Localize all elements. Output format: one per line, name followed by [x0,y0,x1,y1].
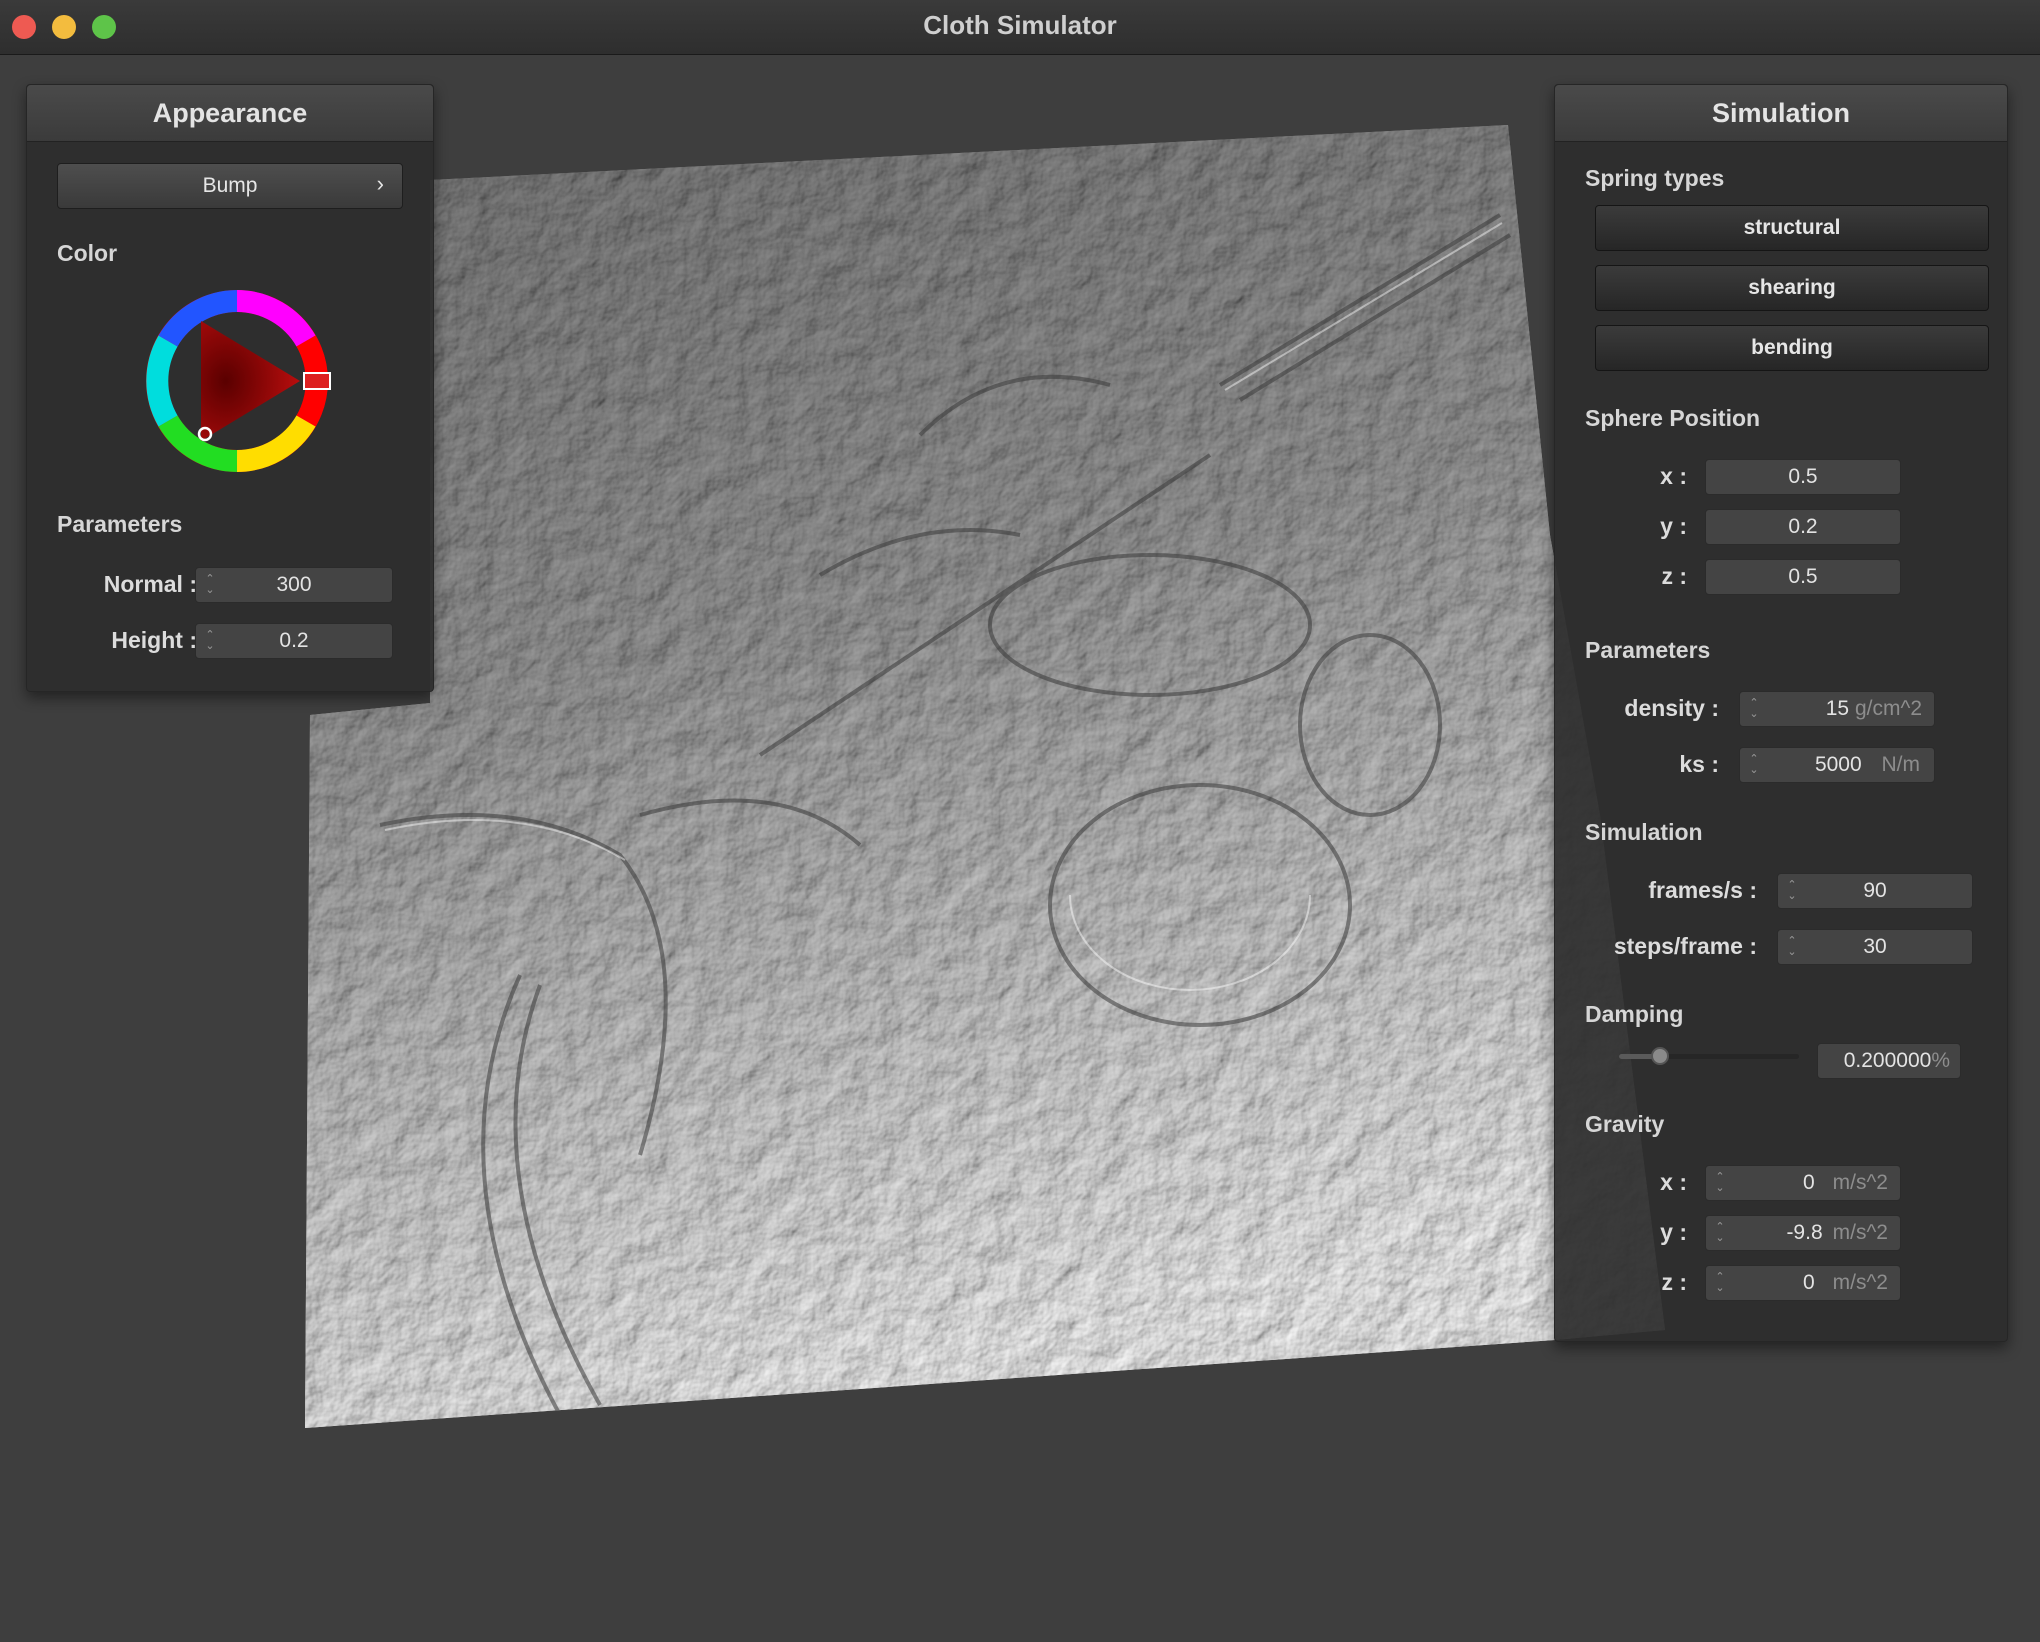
window-title: Cloth Simulator [923,10,1117,40]
gravity-x-unit: m/s^2 [1832,1171,1888,1194]
sphere-z-label: z : [1661,563,1687,589]
cloth-texture [305,125,1665,1428]
gravity-y-value: -9.8 [1786,1221,1823,1244]
stepper-icon[interactable]: ⌃ ⌄ [1714,1272,1726,1294]
steps-per-frame-input[interactable]: ⌃ ⌄ 30 [1777,929,1973,965]
stepper-icon[interactable]: ⌃ ⌄ [1748,698,1760,720]
shader-select[interactable]: Bump › [57,163,403,209]
sphere-y-input[interactable]: 0.2 [1705,509,1901,545]
gravity-z-unit: m/s^2 [1832,1271,1888,1294]
spring-types-label: Spring types [1585,165,1725,191]
sphere-y-value: 0.2 [1788,515,1818,538]
gravity-y-input[interactable]: ⌃ ⌄ -9.8 m/s^2 [1705,1215,1901,1251]
steps-per-frame-value: 30 [1863,935,1887,958]
steps-per-frame-label: steps/frame : [1613,933,1757,959]
normal-input[interactable]: ⌃ ⌄ 300 [195,567,393,603]
density-label: density : [1624,695,1719,721]
height-input[interactable]: ⌃ ⌄ 0.2 [195,623,393,659]
stepper-icon[interactable]: ⌃ ⌄ [1786,936,1798,958]
damping-label: Damping [1585,1001,1684,1027]
sphere-x-value: 0.5 [1788,465,1818,488]
sphere-y-label: y : [1660,513,1687,539]
shearing-toggle-button[interactable]: shearing [1595,265,1989,311]
gravity-x-input[interactable]: ⌃ ⌄ 0 m/s^2 [1705,1165,1901,1201]
ks-label: ks : [1679,751,1719,777]
damping-value: 0.200000 [1843,1049,1932,1072]
chevron-right-icon: › [376,171,384,196]
hue-picker-handle[interactable] [303,372,331,390]
frames-per-second-input[interactable]: ⌃ ⌄ 90 [1777,873,1973,909]
simulation-section-label: Simulation [1585,819,1703,845]
damping-input[interactable]: 0.200000% [1817,1043,1961,1079]
stepper-icon[interactable]: ⌃ ⌄ [1714,1222,1726,1244]
ks-value: 5000 [1814,753,1862,776]
shader-select-value: Bump [202,174,258,197]
damping-slider-knob[interactable] [1651,1047,1670,1065]
structural-toggle-button[interactable]: structural [1595,205,1989,251]
appearance-panel: Appearance Bump › Color Parameters Norma… [26,84,434,692]
normal-label: Normal : [103,571,197,597]
damping-slider[interactable] [1619,1047,1799,1065]
sphere-z-input[interactable]: 0.5 [1705,559,1901,595]
stepper-icon[interactable]: ⌃ ⌄ [1786,880,1798,902]
height-value: 0.2 [279,629,309,652]
normal-value: 300 [276,573,312,596]
frames-per-second-value: 90 [1863,879,1887,902]
bending-toggle-button[interactable]: bending [1595,325,1989,371]
gravity-x-value: 0 [1802,1171,1815,1194]
height-label: Height : [111,627,197,653]
density-input[interactable]: ⌃ ⌄ 15 g/cm^2 [1739,691,1935,727]
gravity-y-unit: m/s^2 [1832,1221,1888,1244]
stepper-icon[interactable]: ⌃ ⌄ [1748,754,1760,776]
appearance-parameters-label: Parameters [57,511,183,537]
gravity-z-label: z : [1661,1269,1687,1295]
color-section-label: Color [57,240,118,266]
simulation-panel-title: Simulation [1555,85,2007,142]
density-value: 15 [1825,697,1850,720]
title-bar: Cloth Simulator [0,0,2040,55]
sphere-x-label: x : [1660,463,1687,489]
simulation-parameters-label: Parameters [1585,637,1711,663]
gravity-label: Gravity [1585,1111,1665,1137]
color-wheel[interactable] [137,281,337,481]
gravity-z-input[interactable]: ⌃ ⌄ 0 m/s^2 [1705,1265,1901,1301]
stepper-icon[interactable]: ⌃ ⌄ [1714,1172,1726,1194]
sphere-position-label: Sphere Position [1585,405,1761,431]
gravity-y-label: y : [1660,1219,1687,1245]
damping-unit: % [1931,1049,1950,1072]
sphere-z-value: 0.5 [1788,565,1818,588]
sphere-x-input[interactable]: 0.5 [1705,459,1901,495]
stepper-icon[interactable]: ⌃ ⌄ [204,574,216,596]
saturation-triangle[interactable] [201,321,300,441]
ks-unit: N/m [1881,753,1921,776]
gravity-x-label: x : [1660,1169,1687,1195]
frames-per-second-label: frames/s : [1648,877,1757,903]
stepper-icon[interactable]: ⌃ ⌄ [204,630,216,652]
simulation-panel: Simulation Spring types structural shear… [1554,84,2008,1342]
appearance-panel-title: Appearance [27,85,433,142]
gravity-z-value: 0 [1802,1271,1815,1294]
density-unit: g/cm^2 [1854,697,1922,720]
ks-input[interactable]: ⌃ ⌄ 5000 N/m [1739,747,1935,783]
